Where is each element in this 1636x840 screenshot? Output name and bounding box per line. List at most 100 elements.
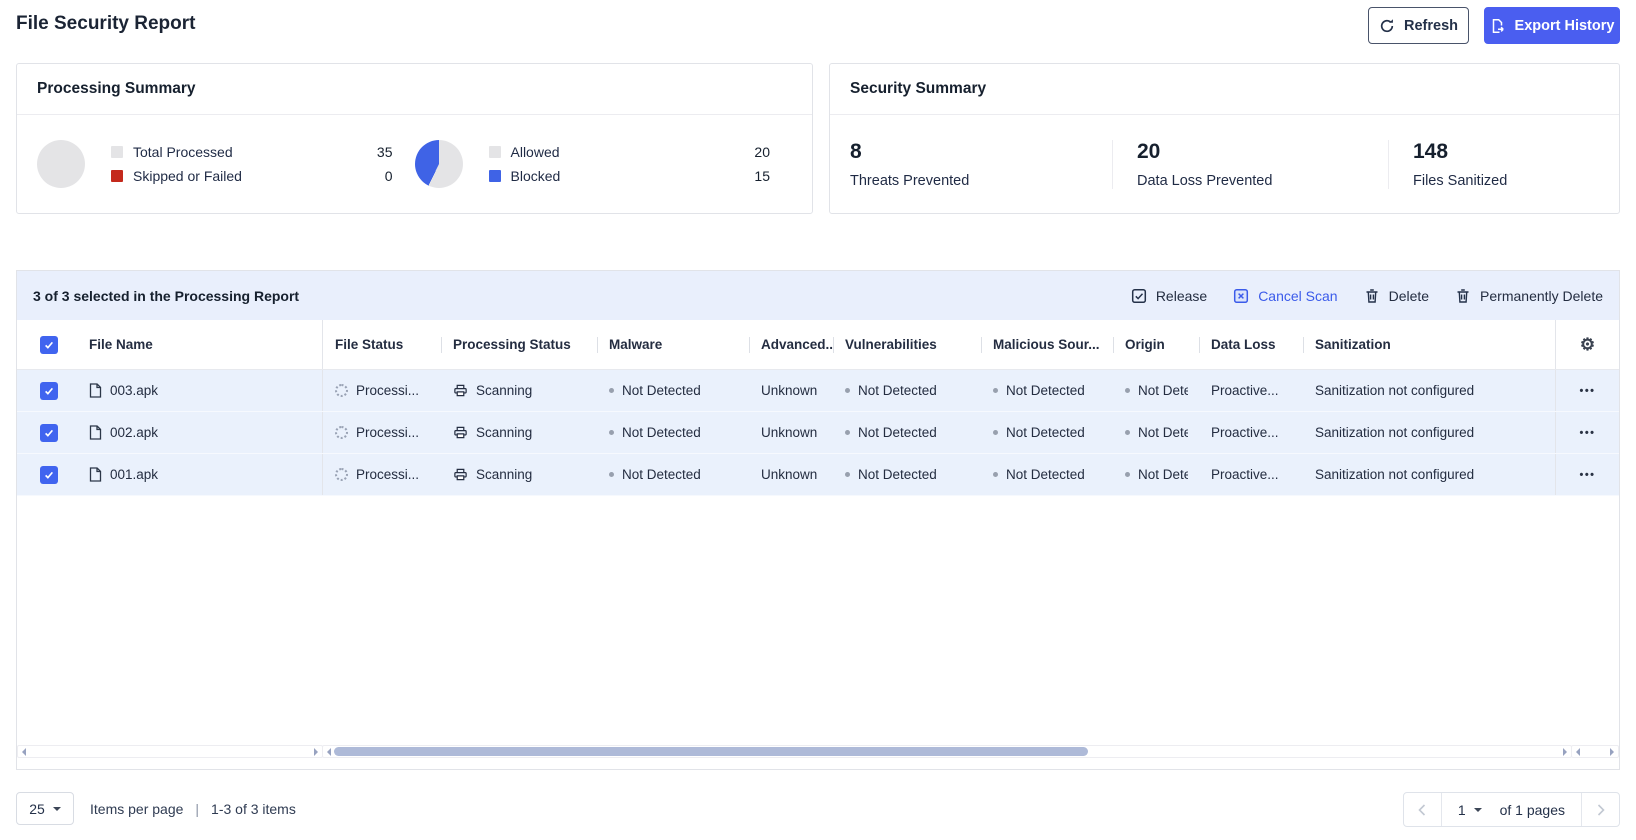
processing-summary-title: Processing Summary bbox=[17, 64, 812, 115]
export-label: Export History bbox=[1514, 17, 1615, 34]
scanner-icon bbox=[453, 467, 468, 482]
status-dot bbox=[993, 388, 998, 393]
gear-icon[interactable]: ⚙ bbox=[1580, 336, 1595, 353]
separator: | bbox=[195, 801, 200, 817]
pagination-control: 1 of 1 pages bbox=[1402, 792, 1620, 827]
legend-value: 20 bbox=[754, 144, 770, 160]
next-page-button[interactable] bbox=[1581, 793, 1619, 826]
page-size-select[interactable]: 25 bbox=[16, 792, 74, 825]
processing-status-cell: Scanning bbox=[441, 412, 597, 453]
refresh-label: Refresh bbox=[1404, 17, 1458, 34]
scroll-left-arrow-icon[interactable] bbox=[1576, 747, 1580, 756]
status-dot bbox=[609, 472, 614, 477]
file-name-cell[interactable]: 003.apk bbox=[81, 370, 323, 411]
malware-cell: Not Detected bbox=[597, 412, 749, 453]
malware-cell: Not Detected bbox=[597, 370, 749, 411]
refresh-button[interactable]: Refresh bbox=[1368, 7, 1469, 44]
column-header-sanitization[interactable]: Sanitization bbox=[1303, 320, 1555, 369]
file-status-cell: Processi... bbox=[323, 454, 441, 495]
status-dot bbox=[1125, 472, 1130, 477]
vulnerabilities-status: Not Detected bbox=[858, 383, 937, 398]
blocked-swatch bbox=[488, 170, 501, 182]
stat-value: 20 bbox=[1137, 139, 1161, 163]
table-header-row: File Name File Status Processing Status … bbox=[17, 320, 1619, 370]
row-checkbox[interactable] bbox=[40, 465, 58, 484]
column-header-advanced[interactable]: Advanced... bbox=[749, 320, 833, 369]
column-header-malicious-sources[interactable]: Malicious Sour... bbox=[981, 320, 1113, 369]
origin-status: Not Detected bbox=[1138, 383, 1188, 398]
sanitization-cell: Sanitization not configured bbox=[1303, 370, 1555, 411]
column-header-data-loss[interactable]: Data Loss bbox=[1199, 320, 1303, 369]
table-row[interactable]: 001.apk Processi... Scanning Not Detecte… bbox=[17, 454, 1619, 496]
advanced-cell: Unknown bbox=[749, 412, 833, 453]
legend-value: 35 bbox=[376, 144, 393, 160]
delete-button[interactable]: Delete bbox=[1364, 288, 1429, 304]
column-header-malware[interactable]: Malware bbox=[597, 320, 749, 369]
vulnerabilities-cell: Not Detected bbox=[833, 370, 981, 411]
export-history-button[interactable]: Export History bbox=[1484, 7, 1620, 44]
more-options-button[interactable]: ••• bbox=[1579, 427, 1595, 439]
file-name-cell[interactable]: 002.apk bbox=[81, 412, 323, 453]
scroll-right-arrow-icon[interactable] bbox=[314, 747, 318, 756]
items-range-label: 1-3 of 3 items bbox=[211, 801, 296, 817]
more-options-button[interactable]: ••• bbox=[1579, 469, 1595, 481]
column-header-file-status[interactable]: File Status bbox=[323, 320, 441, 369]
previous-page-button[interactable] bbox=[1404, 793, 1442, 826]
origin-cell: Not Detected bbox=[1113, 412, 1199, 453]
column-header-file-name[interactable]: File Name bbox=[81, 320, 323, 369]
row-checkbox[interactable] bbox=[40, 423, 58, 442]
frozen-right-scrollbar[interactable] bbox=[1571, 745, 1619, 758]
column-header-origin[interactable]: Origin bbox=[1113, 320, 1199, 369]
table-horizontal-scrollbar[interactable] bbox=[322, 745, 1572, 758]
scroll-right-arrow-icon[interactable] bbox=[1610, 747, 1614, 756]
malware-cell: Not Detected bbox=[597, 454, 749, 495]
cancel-scan-button[interactable]: Cancel Scan bbox=[1233, 287, 1338, 304]
stat-value: 148 bbox=[1413, 139, 1449, 163]
processing-spinner-icon bbox=[335, 426, 348, 439]
table-row[interactable]: 003.apk Processi... Scanning Not Detecte… bbox=[17, 370, 1619, 412]
scroll-left-arrow-icon[interactable] bbox=[22, 747, 26, 756]
page-number-value[interactable]: 1 bbox=[1458, 802, 1466, 818]
page-size-value: 25 bbox=[29, 800, 45, 817]
release-button[interactable]: Release bbox=[1131, 288, 1207, 304]
files-sanitized-stat: 148 Files Sanitized bbox=[1388, 139, 1507, 189]
security-summary-title: Security Summary bbox=[830, 64, 1619, 115]
column-header-vulnerabilities[interactable]: Vulnerabilities bbox=[833, 320, 981, 369]
row-menu-cell: ••• bbox=[1555, 412, 1619, 453]
sanitization-status: Sanitization not configured bbox=[1315, 425, 1475, 440]
processing-status: Scanning bbox=[476, 425, 533, 440]
legend-item: Skipped or Failed 0 bbox=[111, 164, 393, 188]
advanced-status: Unknown bbox=[761, 383, 818, 398]
file-name-cell[interactable]: 001.apk bbox=[81, 454, 323, 495]
threats-prevented-stat: 8 Threats Prevented bbox=[850, 140, 1112, 189]
file-status-cell: Processi... bbox=[323, 370, 441, 411]
chevron-down-icon[interactable] bbox=[1473, 807, 1482, 816]
stat-label: Data Loss Prevented bbox=[1137, 172, 1273, 189]
malicious-sources-status: Not Detected bbox=[1006, 425, 1085, 440]
bulk-actions: Release Cancel Scan Delete Permanently D… bbox=[1131, 288, 1603, 304]
processing-status-cell: Scanning bbox=[441, 370, 597, 411]
column-header-processing-status[interactable]: Processing Status bbox=[441, 320, 597, 369]
permanently-delete-button[interactable]: Permanently Delete bbox=[1455, 288, 1603, 304]
file-icon bbox=[89, 383, 102, 398]
sanitization-status: Sanitization not configured bbox=[1315, 383, 1475, 398]
legend-item: Allowed 20 bbox=[488, 140, 770, 164]
scroll-right-arrow-icon[interactable] bbox=[1563, 747, 1567, 756]
skipped-failed-swatch bbox=[111, 170, 123, 182]
more-options-button[interactable]: ••• bbox=[1579, 385, 1595, 397]
status-dot bbox=[993, 472, 998, 477]
select-all-checkbox[interactable] bbox=[40, 335, 58, 354]
row-select-cell bbox=[17, 370, 81, 411]
status-dot bbox=[1125, 430, 1130, 435]
cancel-scan-label: Cancel Scan bbox=[1258, 287, 1338, 304]
security-summary-card: Security Summary 8 Threats Prevented 20 … bbox=[829, 63, 1620, 214]
processed-legend: Total Processed 35 Skipped or Failed 0 bbox=[111, 140, 393, 188]
origin-status: Not Detected bbox=[1138, 467, 1188, 482]
row-checkbox[interactable] bbox=[40, 381, 58, 400]
scroll-left-arrow-icon[interactable] bbox=[327, 747, 331, 756]
table-row[interactable]: 002.apk Processi... Scanning Not Detecte… bbox=[17, 412, 1619, 454]
row-menu-cell: ••• bbox=[1555, 454, 1619, 495]
data-loss-status: Proactive... bbox=[1211, 383, 1279, 398]
scrollbar-thumb[interactable] bbox=[334, 747, 1088, 756]
frozen-left-scrollbar[interactable] bbox=[17, 745, 323, 758]
